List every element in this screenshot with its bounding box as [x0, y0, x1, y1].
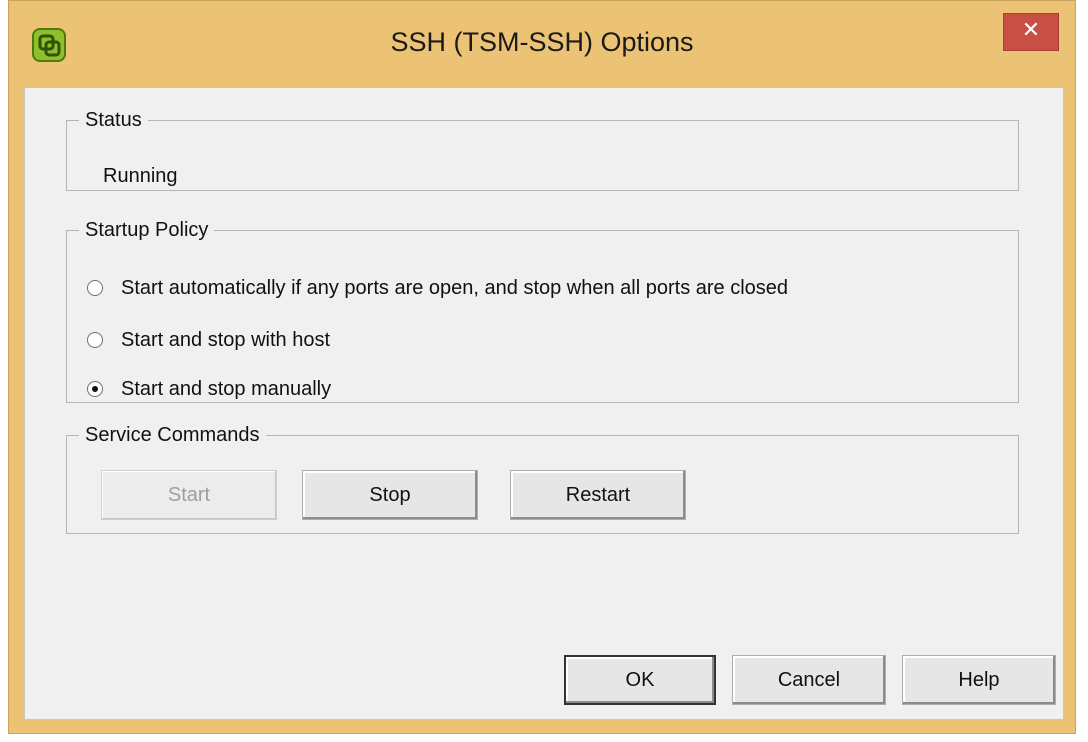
- policy-option-label: Start and stop manually: [121, 377, 332, 400]
- service-commands-group: Service Commands Start Stop Restart: [66, 424, 1019, 534]
- radio-button[interactable]: [87, 280, 103, 296]
- service-commands-legend: Service Commands: [85, 424, 260, 446]
- start-button[interactable]: Start: [101, 470, 277, 520]
- close-icon: ✕: [1021, 18, 1041, 43]
- policy-option-auto[interactable]: Start automatically if any ports are ope…: [87, 273, 788, 303]
- dialog-client-area: Status Running Startup Policy Start auto…: [24, 87, 1064, 720]
- ok-button[interactable]: OK: [564, 655, 716, 705]
- radio-button[interactable]: [87, 332, 103, 348]
- status-group: Status Running: [66, 109, 1019, 191]
- startup-policy-legend: Startup Policy: [85, 219, 209, 241]
- policy-option-label: Start automatically if any ports are ope…: [121, 276, 789, 299]
- dialog-window: SSH (TSM-SSH) Options ✕ Status Running S…: [8, 0, 1076, 734]
- cancel-button[interactable]: Cancel: [732, 655, 886, 705]
- help-button[interactable]: Help: [902, 655, 1056, 705]
- status-legend: Status: [85, 109, 142, 131]
- stop-button[interactable]: Stop: [302, 470, 478, 520]
- policy-option-label: Start and stop with host: [121, 328, 331, 351]
- radio-button[interactable]: [87, 381, 103, 397]
- restart-button[interactable]: Restart: [510, 470, 686, 520]
- policy-option-with-host[interactable]: Start and stop with host: [87, 325, 330, 355]
- title-bar[interactable]: SSH (TSM-SSH) Options ✕: [9, 1, 1075, 87]
- status-value: Running: [103, 165, 178, 187]
- startup-policy-group: Startup Policy Start automatically if an…: [66, 219, 1019, 403]
- close-button[interactable]: ✕: [1003, 13, 1059, 51]
- window-title: SSH (TSM-SSH) Options: [390, 27, 694, 57]
- policy-option-manual[interactable]: Start and stop manually: [87, 374, 331, 404]
